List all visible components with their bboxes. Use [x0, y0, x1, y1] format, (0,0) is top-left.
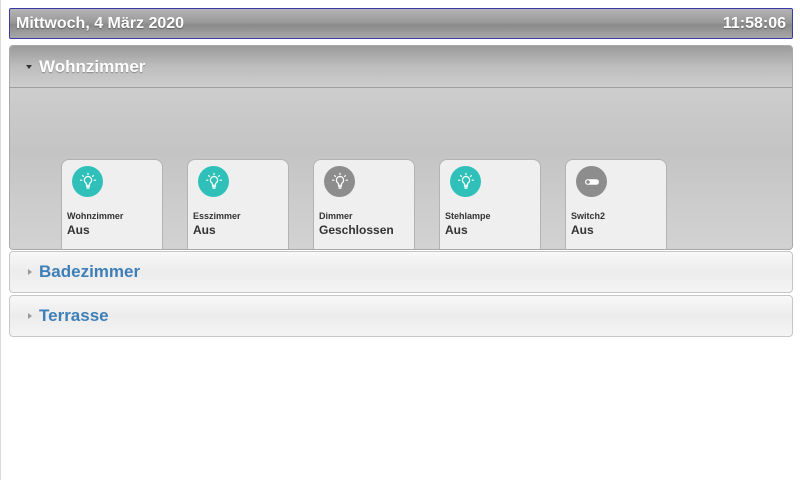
- device-state: Aus: [571, 223, 594, 237]
- device-name: Wohnzimmer: [67, 211, 124, 221]
- page-left-border: [0, 0, 1, 480]
- room-header-badezimmer[interactable]: Badezimmer: [9, 251, 793, 293]
- bulb-icon: [450, 166, 481, 197]
- room-header-wohnzimmer[interactable]: Wohnzimmer: [10, 46, 792, 88]
- device-name: Dimmer: [319, 211, 353, 221]
- expand-triangle-icon: [28, 269, 32, 275]
- device-state: Aus: [445, 223, 468, 237]
- clock-display: 11:58:06: [722, 14, 786, 32]
- room-header-terrasse[interactable]: Terrasse: [9, 295, 793, 337]
- bulb-icon: [198, 166, 229, 197]
- bulb-icon: [72, 166, 103, 197]
- device-tile-esszimmer[interactable]: Esszimmer Aus: [187, 159, 289, 249]
- device-tile-wohnzimmer[interactable]: Wohnzimmer Aus: [61, 159, 163, 249]
- device-name: Switch2: [571, 211, 606, 221]
- room-title: Badezimmer: [39, 262, 141, 281]
- device-tile-dimmer[interactable]: Dimmer Geschlossen: [313, 159, 415, 249]
- room-title: Wohnzimmer: [39, 56, 146, 76]
- device-state: Aus: [193, 223, 216, 237]
- date-display: Mittwoch, 4 März 2020: [16, 14, 185, 32]
- device-state: Aus: [67, 223, 90, 237]
- device-name: Stehlampe: [445, 211, 491, 221]
- device-state: Geschlossen: [319, 223, 394, 237]
- device-tile-stehlampe[interactable]: Stehlampe Aus: [439, 159, 541, 249]
- room-panel-wohnzimmer: Wohnzimmer Wohnzimmer Aus Esszimmer Aus …: [9, 45, 793, 250]
- bulb-icon: [324, 166, 355, 197]
- room-title: Terrasse: [39, 306, 109, 325]
- device-tile-switch2[interactable]: Switch2 Aus: [565, 159, 667, 249]
- switch-icon: [576, 166, 607, 197]
- device-name: Esszimmer: [193, 211, 241, 221]
- status-bar: Mittwoch, 4 März 2020 11:58:06: [9, 8, 793, 39]
- collapse-triangle-icon: [26, 64, 32, 69]
- expand-triangle-icon: [28, 313, 32, 319]
- device-grid: Wohnzimmer Aus Esszimmer Aus Dimmer Gesc…: [10, 88, 792, 249]
